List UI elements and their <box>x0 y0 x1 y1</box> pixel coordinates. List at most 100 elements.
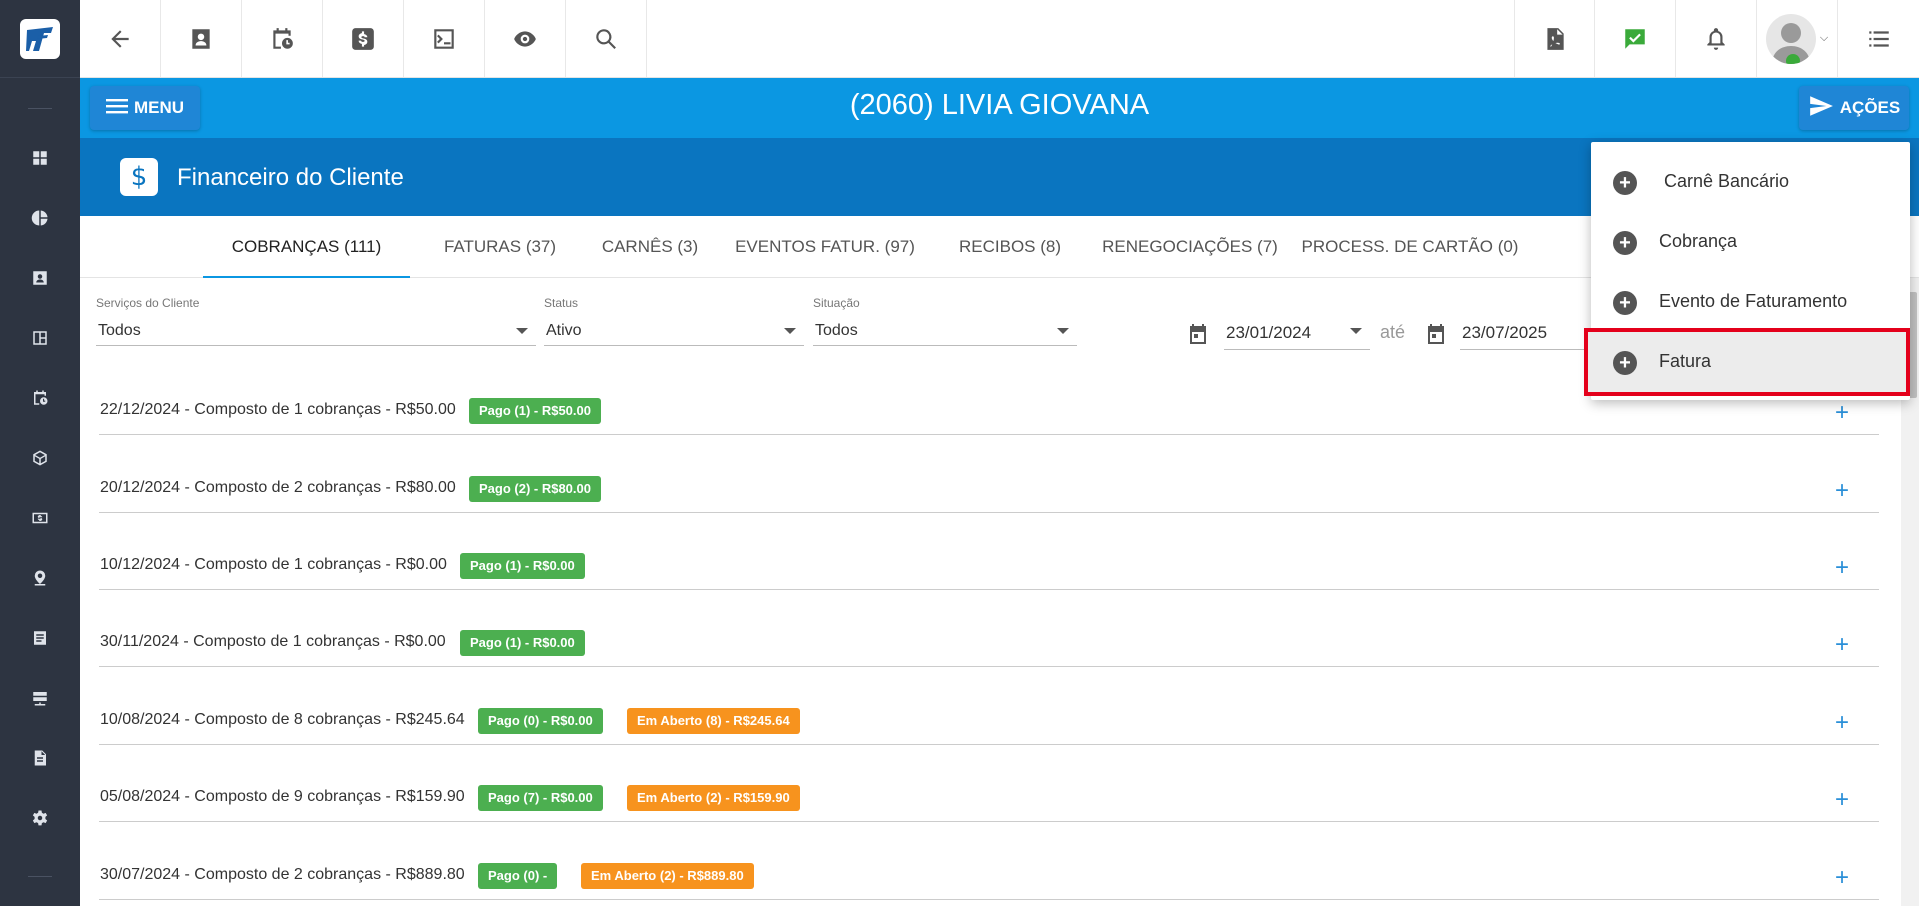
status-badge: Pago (0) - R$0.00 <box>478 708 603 734</box>
user-avatar-button[interactable]: ⌵ <box>1757 0 1838 77</box>
back-button[interactable] <box>80 0 161 77</box>
table-row[interactable]: 05/08/2024 - Composto de 9 cobranças - R… <box>99 782 1879 822</box>
sidebar-divider <box>28 108 52 109</box>
board-icon[interactable] <box>26 324 54 352</box>
app-logo <box>20 18 60 59</box>
status-badge: Pago (7) - R$0.00 <box>478 785 603 811</box>
dropdown-item-fatura[interactable]: + Fatura <box>1584 328 1910 396</box>
dashboard-icon[interactable] <box>26 144 54 172</box>
add-circle-icon: + <box>1613 351 1637 375</box>
acoes-dropdown: + Carnê Bancário + Cobrança + Evento de … <box>1584 142 1910 400</box>
caret-down-icon <box>1057 328 1069 334</box>
date-from-value: 23/01/2024 <box>1226 323 1312 342</box>
table-row[interactable]: 10/08/2024 - Composto de 8 cobranças - R… <box>99 705 1879 745</box>
settings-gear-icon[interactable] <box>26 804 54 832</box>
table-row[interactable]: 20/12/2024 - Composto de 2 cobranças - R… <box>99 473 1879 513</box>
row-text: 20/12/2024 - Composto de 2 cobranças - R… <box>100 479 456 496</box>
filter-servicos-label: Serviços do Cliente <box>96 296 200 310</box>
calendar-icon[interactable] <box>1424 322 1448 346</box>
table-row[interactable]: 22/12/2024 - Composto de 1 cobranças - R… <box>99 395 1879 435</box>
search-button[interactable] <box>566 0 647 77</box>
top-toolbar: ⌵ <box>80 0 1919 78</box>
status-select[interactable]: Ativo <box>544 316 804 346</box>
expand-plus-icon[interactable]: + <box>1835 633 1849 657</box>
expand-plus-icon[interactable]: + <box>1835 479 1849 503</box>
caret-down-icon <box>516 328 528 334</box>
status-badge: Pago (2) - R$80.00 <box>469 476 601 502</box>
dropdown-item-carne-bancario[interactable]: + Carnê Bancário <box>1591 152 1910 212</box>
date-to-input[interactable]: 23/07/2025 <box>1460 318 1594 350</box>
pie-chart-icon[interactable] <box>26 204 54 232</box>
server-icon[interactable] <box>26 684 54 712</box>
tab-eventos-fatur[interactable]: EVENTOS FATUR. (97) <box>725 216 925 278</box>
dropdown-item-label: Fatura <box>1659 351 1712 371</box>
filter-status: Status Ativo <box>544 296 804 346</box>
sidebar <box>0 0 80 906</box>
table-row[interactable]: 30/11/2024 - Composto de 1 cobranças - R… <box>99 627 1879 667</box>
status-badge: Em Aberto (2) - R$159.90 <box>627 785 800 811</box>
date-from-input[interactable]: 23/01/2024 <box>1224 318 1370 350</box>
dropdown-item-evento-faturamento[interactable]: + Evento de Faturamento <box>1591 272 1910 332</box>
dollar-icon: $ <box>120 158 158 196</box>
date-separator: até <box>1380 322 1406 342</box>
box-icon[interactable] <box>26 444 54 472</box>
situacao-value: Todos <box>815 322 858 339</box>
send-icon <box>1808 93 1834 124</box>
filter-situacao-label: Situação <box>813 296 860 310</box>
status-value: Ativo <box>546 322 582 339</box>
acoes-label: AÇÕES <box>1839 98 1901 117</box>
situacao-select[interactable]: Todos <box>813 316 1077 346</box>
tab-renegociacoes[interactable]: RENEGOCIAÇÕES (7) <box>1095 216 1285 278</box>
dropdown-item-label: Evento de Faturamento <box>1659 291 1848 311</box>
status-badge: Pago (1) - R$0.00 <box>460 553 585 579</box>
add-circle-icon: + <box>1613 231 1637 255</box>
row-text: 10/12/2024 - Composto de 1 cobranças - R… <box>100 556 447 573</box>
row-text: 30/11/2024 - Composto de 1 cobranças - R… <box>100 633 446 650</box>
date-from-wrap: 23/01/2024 <box>1186 318 1370 350</box>
caret-down-icon <box>784 328 796 334</box>
tab-carnes[interactable]: CARNÊS (3) <box>590 216 710 278</box>
list-document-icon[interactable] <box>26 624 54 652</box>
chevron-down-icon: ⌵ <box>1819 32 1829 44</box>
filter-servicos: Serviços do Cliente Todos <box>96 296 536 346</box>
expand-plus-icon[interactable]: + <box>1835 788 1849 812</box>
expand-plus-icon[interactable]: + <box>1835 711 1849 735</box>
acoes-button[interactable]: AÇÕES <box>1799 86 1909 130</box>
pdf-icon-button[interactable] <box>1514 0 1595 77</box>
dropdown-item-cobranca[interactable]: + Cobrança <box>1591 212 1910 272</box>
logo-box[interactable] <box>0 0 80 78</box>
tab-recibos[interactable]: RECIBOS (8) <box>940 216 1080 278</box>
terminal-button[interactable] <box>404 0 485 77</box>
contact-card-button[interactable] <box>161 0 242 77</box>
servicos-select[interactable]: Todos <box>96 316 536 346</box>
expand-plus-icon[interactable]: + <box>1835 866 1849 890</box>
section-title: Financeiro do Cliente <box>177 164 404 191</box>
list-menu-button[interactable] <box>1838 0 1919 77</box>
row-text: 30/07/2024 - Composto de 2 cobranças - R… <box>100 866 465 883</box>
financial-button[interactable] <box>323 0 404 77</box>
tab-faturas[interactable]: FATURAS (37) <box>425 216 575 278</box>
filter-status-label: Status <box>544 296 579 310</box>
calendar-clock-icon[interactable] <box>26 384 54 412</box>
expand-plus-icon[interactable]: + <box>1835 556 1849 580</box>
money-icon[interactable] <box>26 504 54 532</box>
calendar-clock-button[interactable] <box>242 0 323 77</box>
bell-icon-button[interactable] <box>1676 0 1757 77</box>
table-row[interactable]: 30/07/2024 - Composto de 2 cobranças - R… <box>99 860 1879 900</box>
servicos-value: Todos <box>98 322 141 339</box>
dropdown-item-label: Cobrança <box>1659 231 1738 251</box>
filter-situacao: Situação Todos <box>813 296 1077 346</box>
location-pin-icon[interactable] <box>26 564 54 592</box>
expand-plus-icon[interactable]: + <box>1835 401 1849 425</box>
table-row[interactable]: 10/12/2024 - Composto de 1 cobranças - R… <box>99 550 1879 590</box>
eye-icon-button[interactable] <box>485 0 566 77</box>
row-text: 05/08/2024 - Composto de 9 cobranças - R… <box>100 788 465 805</box>
calendar-icon[interactable] <box>1186 322 1210 346</box>
sidebar-divider <box>28 876 52 877</box>
check-message-icon-button[interactable] <box>1595 0 1676 77</box>
date-to-value: 23/07/2025 <box>1462 323 1548 342</box>
contact-card-icon[interactable] <box>26 264 54 292</box>
file-icon[interactable] <box>26 744 54 772</box>
tab-cobrancas[interactable]: COBRANÇAS (111) <box>203 216 410 278</box>
tab-process-cartao[interactable]: PROCESS. DE CARTÃO (0) <box>1300 216 1520 278</box>
